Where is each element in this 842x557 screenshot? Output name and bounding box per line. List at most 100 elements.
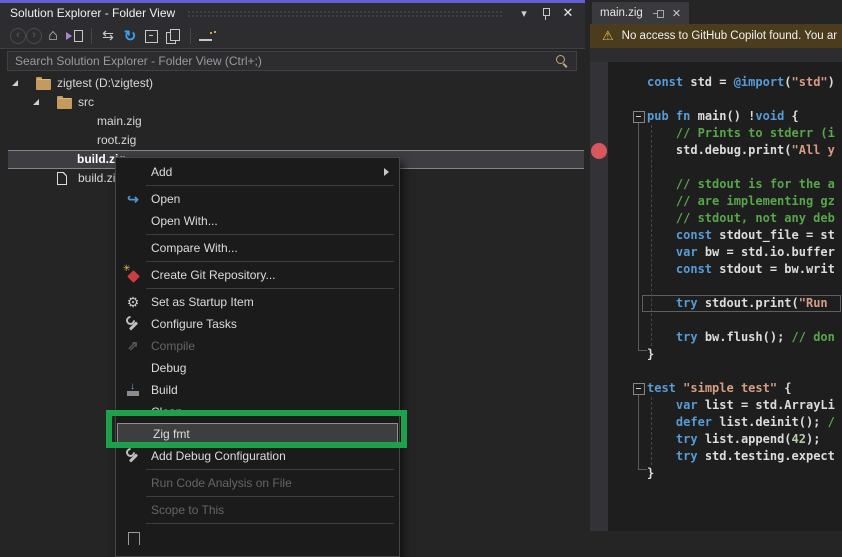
code-token xyxy=(647,415,676,429)
titlebar-drag-texture[interactable] xyxy=(187,10,503,19)
git-icon: ✳ xyxy=(124,267,142,283)
preview-selected-items-icon[interactable] xyxy=(196,27,218,45)
tab-main-zig[interactable]: main.zig ✕ xyxy=(592,2,689,24)
collapse-toggle-icon[interactable] xyxy=(633,383,645,395)
code-token: const xyxy=(676,262,712,276)
tab-pin-icon[interactable] xyxy=(653,8,664,18)
menu-item-label: Build xyxy=(151,383,178,397)
tab-close-icon[interactable]: ✕ xyxy=(672,7,681,20)
expanded-arrow-icon[interactable] xyxy=(12,80,18,86)
code-token: std.testing.expect xyxy=(698,449,835,463)
code-line[interactable]: // are implementing gz xyxy=(647,193,835,210)
code-line[interactable]: const stdout_file = st xyxy=(647,227,835,244)
menu-item-scope-to-this[interactable]: Scope to This xyxy=(116,499,399,521)
menu-item-configure-tasks[interactable]: Configure Tasks xyxy=(116,313,399,335)
solution-explorer-titlebar[interactable]: Solution Explorer - Folder View ▾ ✕ xyxy=(0,3,585,23)
document-shape xyxy=(74,30,83,42)
code-token: try xyxy=(676,330,698,344)
code-line[interactable]: try stdout.print("Run xyxy=(647,295,835,312)
pin-icon[interactable] xyxy=(541,7,551,20)
code-token: defer xyxy=(676,415,712,429)
code-line[interactable] xyxy=(647,91,835,108)
close-icon[interactable]: ✕ xyxy=(561,6,575,20)
menu-item-build[interactable]: ↓Build xyxy=(116,379,399,401)
code-line[interactable]: const std = @import("std") xyxy=(647,74,835,91)
tree-item-main-zig[interactable]: main.zig xyxy=(0,112,585,131)
code-editor-panel: main.zig ✕ ⚠ No access to GitHub Copilot… xyxy=(590,0,842,531)
menu-item-compile[interactable]: Compile xyxy=(116,335,399,357)
menu-item-item[interactable] xyxy=(116,526,399,548)
sync-with-active-document-icon[interactable] xyxy=(64,27,86,45)
window-position-icon[interactable]: ▾ xyxy=(517,6,531,20)
code-line[interactable] xyxy=(647,278,835,295)
code-line[interactable]: pub fn main() !void { xyxy=(647,108,835,125)
menu-item-open-with[interactable]: Open With... xyxy=(116,210,399,232)
code-token xyxy=(647,245,676,259)
menu-item-add-debug-configuration[interactable]: Add Debug Configuration xyxy=(116,445,399,467)
copilot-warning-bar[interactable]: ⚠ No access to GitHub Copilot found. You… xyxy=(590,24,842,48)
forward-icon[interactable]: › xyxy=(26,28,42,44)
refresh-icon[interactable] xyxy=(119,27,141,45)
breakpoint-gutter[interactable] xyxy=(590,62,608,531)
code-line[interactable]: // Prints to stderr (i xyxy=(647,125,835,142)
menu-item-create-git-repository[interactable]: ✳Create Git Repository... xyxy=(116,264,399,286)
code-line[interactable]: defer list.deinit(); / xyxy=(647,414,835,431)
code-token xyxy=(647,432,676,446)
code-token xyxy=(647,449,676,463)
code-token: bw.flush(); xyxy=(698,330,792,344)
switch-views-icon[interactable] xyxy=(97,27,119,45)
tree-item-zigtest-d-zigtest[interactable]: zigtest (D:\zigtest) xyxy=(0,74,585,93)
menu-item-label: Clean xyxy=(151,405,182,419)
code-token: const xyxy=(676,228,712,242)
menu-item-zig-fmt[interactable]: Zig fmt xyxy=(117,423,398,445)
code-token: / xyxy=(828,415,835,429)
menu-item-clean[interactable]: Clean xyxy=(116,401,399,423)
code-token: list = std.ArrayLi xyxy=(698,398,835,412)
menu-item-add[interactable]: Add xyxy=(116,161,399,183)
code-line[interactable]: try list.append(42); xyxy=(647,431,835,448)
code-line[interactable]: var bw = std.io.buffer xyxy=(647,244,835,261)
file-icon xyxy=(57,172,67,185)
breakpoint-icon[interactable] xyxy=(591,143,607,159)
partial-icon xyxy=(124,529,142,545)
collapse-all-icon[interactable] xyxy=(141,27,163,45)
code-line[interactable]: try std.testing.expect xyxy=(647,448,835,465)
code-token: ) xyxy=(828,75,835,89)
menu-item-set-as-startup-item[interactable]: Set as Startup Item xyxy=(116,291,399,313)
compile-icon xyxy=(124,338,142,354)
code-token: "simple test" xyxy=(683,381,777,395)
expanded-arrow-icon[interactable] xyxy=(33,99,39,105)
code-line[interactable] xyxy=(647,363,835,380)
menu-item-compare-with[interactable]: Compare With... xyxy=(116,237,399,259)
back-icon[interactable]: ‹ xyxy=(10,28,26,44)
search-icon[interactable] xyxy=(554,53,570,69)
code-line[interactable]: const stdout = bw.writ xyxy=(647,261,835,278)
code-line[interactable]: // stdout is for the a xyxy=(647,176,835,193)
menu-item-label: Set as Startup Item xyxy=(151,295,254,309)
code-line[interactable]: std.debug.print("All y xyxy=(647,142,835,159)
toolbar-separator xyxy=(91,28,92,44)
code-line[interactable] xyxy=(647,159,835,176)
show-all-files-icon[interactable] xyxy=(163,27,185,45)
code-line[interactable]: test "simple test" { xyxy=(647,380,835,397)
tree-item-root-zig[interactable]: root.zig xyxy=(0,131,585,150)
gear-icon xyxy=(124,294,142,310)
menu-item-label: Compare With... xyxy=(151,241,238,255)
code-line[interactable]: // stdout, not any deb xyxy=(647,210,835,227)
menu-item-run-code-analysis-on-file[interactable]: Run Code Analysis on File xyxy=(116,472,399,494)
menu-item-debug[interactable]: Debug xyxy=(116,357,399,379)
toolbar-separator xyxy=(190,28,191,44)
code-line[interactable]: var list = std.ArrayLi xyxy=(647,397,835,414)
code-token: var xyxy=(676,245,698,259)
tree-item-src[interactable]: src xyxy=(0,93,585,112)
code-line[interactable] xyxy=(647,312,835,329)
home-icon[interactable] xyxy=(42,27,64,45)
code-line[interactable]: } xyxy=(647,465,835,482)
collapse-toggle-icon[interactable] xyxy=(633,111,645,123)
code-content[interactable]: const std = @import("std") pub fn main() … xyxy=(647,74,835,482)
menu-item-open[interactable]: Open xyxy=(116,188,399,210)
menu-item-label: Debug xyxy=(151,361,186,375)
search-input[interactable] xyxy=(8,54,554,68)
code-line[interactable]: } xyxy=(647,346,835,363)
code-line[interactable]: try bw.flush(); // don xyxy=(647,329,835,346)
